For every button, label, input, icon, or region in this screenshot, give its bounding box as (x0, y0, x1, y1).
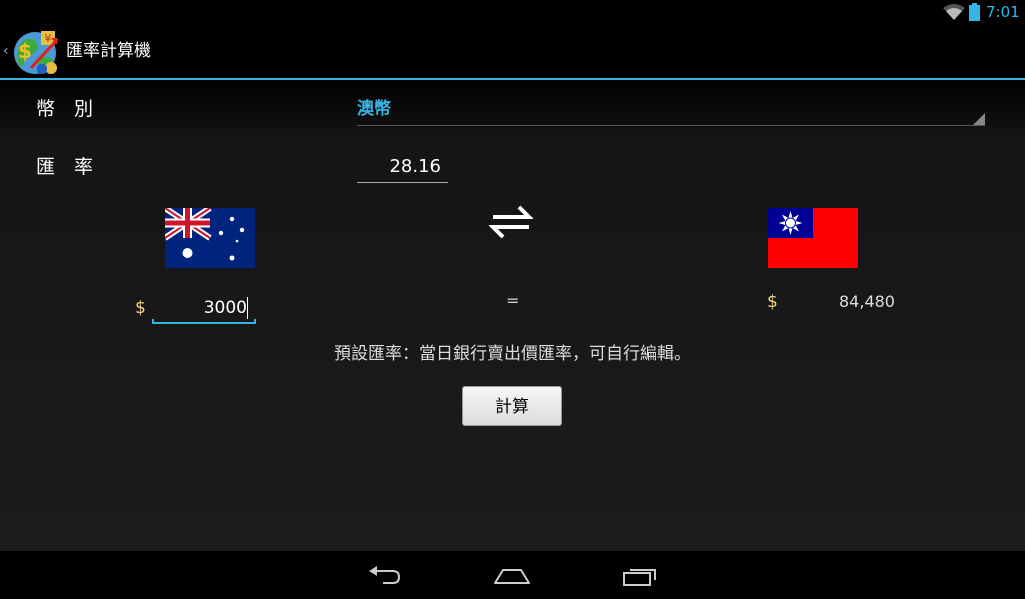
action-bar: ‹ ¥ $ 匯率計算機 (0, 25, 1025, 80)
calculate-button[interactable]: 計算 (462, 386, 562, 426)
rate-label: 匯 率 (36, 156, 94, 178)
swap-arrows-icon[interactable] (489, 205, 533, 239)
spinner-triangle-icon (973, 113, 985, 125)
converter-content: 幣 別 澳幣 匯 率 28.16 $ 3000 = $ 84,480 預設匯率：… (0, 80, 1025, 551)
navigation-bar (0, 551, 1025, 599)
app-screen: 7:01 ‹ ¥ $ 匯率計算機 幣 別 澳幣 匯 率 28.16 $ 3000… (0, 0, 1025, 599)
back-icon[interactable] (365, 563, 405, 589)
taiwan-flag (768, 208, 858, 268)
to-currency-symbol: $ (767, 292, 778, 312)
svg-text:$: $ (18, 39, 32, 63)
home-icon[interactable] (492, 563, 532, 589)
converted-amount: 84,480 (839, 292, 895, 311)
app-currency-icon[interactable]: ¥ $ (11, 28, 61, 76)
amount-input-value: 3000 (203, 297, 248, 319)
australia-flag (165, 208, 255, 268)
battery-icon (969, 3, 980, 21)
app-title: 匯率計算機 (66, 41, 151, 61)
from-currency-symbol: $ (135, 298, 146, 318)
currency-selected-value: 澳幣 (357, 99, 391, 119)
amount-input[interactable]: 3000 (152, 290, 256, 324)
recent-apps-icon[interactable] (620, 563, 660, 589)
status-clock: 7:01 (986, 3, 1020, 21)
wifi-icon (943, 4, 965, 20)
rate-input[interactable]: 28.16 (357, 152, 448, 183)
chevron-left-icon[interactable]: ‹ (3, 43, 9, 59)
svg-text:¥: ¥ (45, 32, 52, 45)
currency-label: 幣 別 (36, 98, 94, 120)
default-rate-hint: 預設匯率：當日銀行賣出價匯率，可自行編輯。 (334, 344, 691, 364)
equals-sign: = (506, 291, 520, 310)
currency-spinner[interactable]: 澳幣 (357, 94, 985, 126)
rate-input-value: 28.16 (389, 156, 441, 177)
status-bar: 7:01 (0, 0, 1025, 25)
